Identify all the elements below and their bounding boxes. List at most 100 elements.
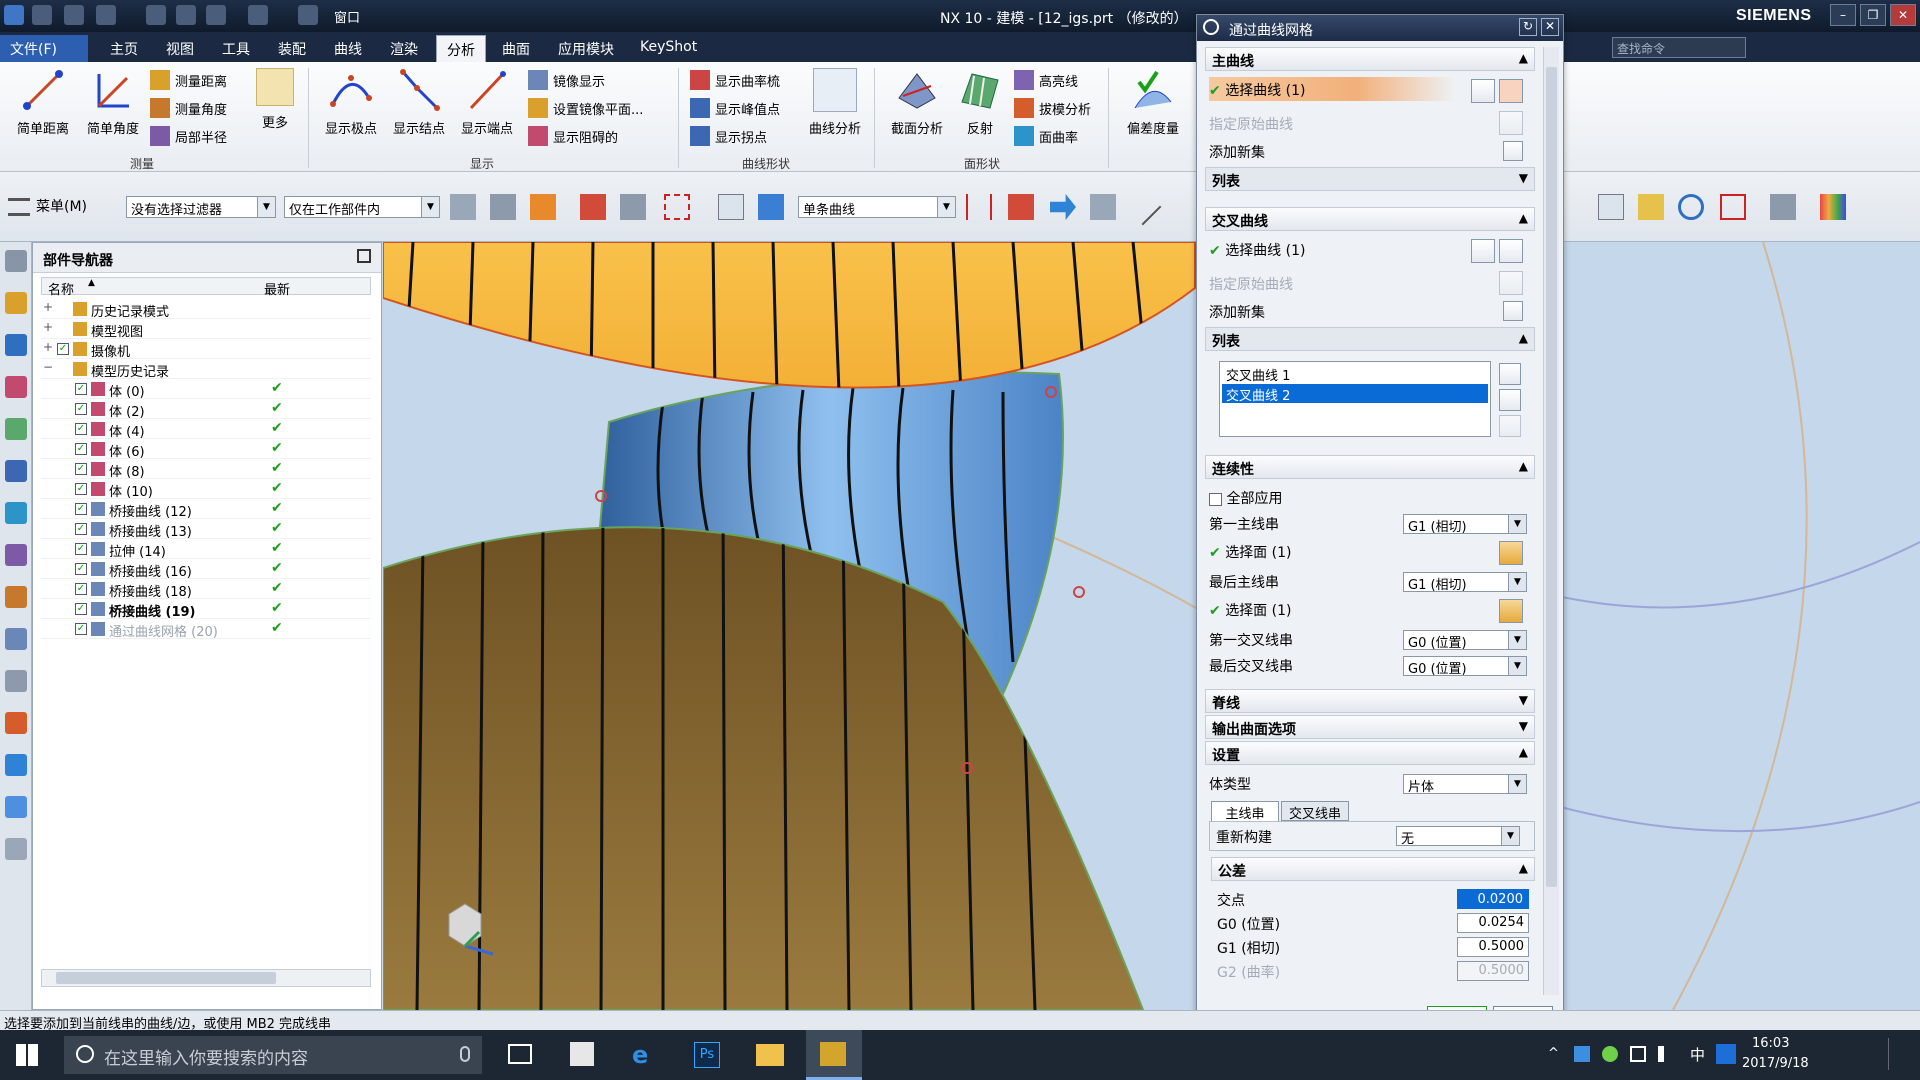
show-knots-button[interactable]: 显示结点 <box>386 68 452 137</box>
g0-tol-input[interactable]: 0.0254 <box>1457 913 1529 933</box>
command-search-input[interactable]: 查找命令 <box>1612 37 1746 58</box>
local-radius-button[interactable]: 局部半径 <box>150 124 227 148</box>
close-button[interactable]: ✕ <box>1890 4 1916 26</box>
palette-icon[interactable] <box>5 796 27 818</box>
web-browser-icon[interactable] <box>5 502 27 524</box>
edge-icon[interactable]: e <box>632 1042 658 1068</box>
curve-analysis-button[interactable]: 曲线分析 <box>802 68 868 137</box>
window-menu[interactable]: 窗口 <box>334 7 360 26</box>
nx-taskbar-button[interactable] <box>806 1030 862 1080</box>
windows-start-icon[interactable] <box>16 1044 38 1066</box>
ime-indicator[interactable]: 中 <box>1690 1044 1705 1065</box>
horizontal-scrollbar[interactable] <box>41 969 371 987</box>
navigator-tree-row[interactable]: ✓ 体 (6) ✔ <box>41 439 371 460</box>
face-select-icon[interactable] <box>718 194 744 220</box>
maximize-panel-icon[interactable] <box>357 249 371 263</box>
set-mirror-plane-button[interactable]: 设置镜像平面... <box>528 96 643 120</box>
navigator-tree-row[interactable]: ✓ 拉伸 (14) ✔ <box>41 539 371 560</box>
visibility-checkbox-icon[interactable]: ✓ <box>75 623 87 635</box>
list-item[interactable]: 交叉曲线 1 <box>1222 364 1488 384</box>
navigator-tree-row[interactable]: − 模型历史记录 <box>41 359 371 380</box>
gear-icon[interactable] <box>1203 19 1219 35</box>
show-poles-button[interactable]: 显示极点 <box>318 68 384 137</box>
more-measure-button[interactable]: 更多 <box>250 68 300 131</box>
repeat-command-icon[interactable] <box>248 5 268 25</box>
navigator-tree-row[interactable]: ✓ 桥接曲线 (12) ✔ <box>41 499 371 520</box>
primary-select-curve[interactable]: ✔ 选择曲线 (1) <box>1209 77 1455 101</box>
visibility-checkbox-icon[interactable]: ✓ <box>75 603 87 615</box>
arrow-right-icon[interactable] <box>1050 194 1076 220</box>
cross-select-curve[interactable]: ✔ 选择曲线 (1) <box>1209 237 1455 261</box>
photoshop-icon[interactable]: Ps <box>694 1042 720 1068</box>
tab-application[interactable]: 应用模块 <box>548 35 624 62</box>
output-options-header[interactable]: 输出曲面选项 ▼ <box>1205 715 1535 739</box>
last-primary-select[interactable]: G1 (相切) ▼ <box>1403 572 1527 593</box>
scroll-thumb[interactable] <box>56 972 276 984</box>
chevron-up-icon[interactable]: ^ <box>1548 1046 1559 1061</box>
first-cross-select[interactable]: G0 (位置) ▼ <box>1403 630 1527 651</box>
highlight-lines-button[interactable]: 高亮线 <box>1014 68 1078 92</box>
navigator-tree-row[interactable]: ✓ 体 (10) ✔ <box>41 479 371 500</box>
add-set-icon[interactable] <box>1503 301 1523 321</box>
move-up-icon[interactable] <box>1499 389 1521 411</box>
display-icon[interactable] <box>1630 1046 1646 1062</box>
curve-select-icon[interactable] <box>620 194 646 220</box>
task-view-icon[interactable] <box>508 1044 532 1064</box>
settings-icon[interactable] <box>5 250 27 272</box>
rebuild-select[interactable]: 无 ▼ <box>1396 826 1520 847</box>
show-peak-points-button[interactable]: 显示峰值点 <box>690 96 780 120</box>
input-method-icon[interactable] <box>1716 1044 1736 1064</box>
face-select-icon[interactable] <box>1499 599 1523 623</box>
curve-select-icon[interactable] <box>1499 79 1523 103</box>
visibility-checkbox-icon[interactable]: ✓ <box>75 383 87 395</box>
visibility-checkbox-icon[interactable]: ✓ <box>75 423 87 435</box>
simple-angle-button[interactable]: 简单角度 <box>78 68 148 137</box>
restore-button[interactable]: ❐ <box>1860 4 1886 26</box>
dialog-scrollbar[interactable] <box>1543 47 1559 995</box>
minimize-button[interactable]: – <box>1830 4 1856 26</box>
navigator-tree-row[interactable]: ✓ 体 (0) ✔ <box>41 379 371 400</box>
save-icon[interactable] <box>32 5 52 25</box>
apply-all-checkbox[interactable]: 全部应用 <box>1209 485 1535 509</box>
tab-curve[interactable]: 曲线 <box>324 35 372 62</box>
follow-fillet-icon[interactable] <box>1008 194 1034 220</box>
rotate-icon[interactable] <box>1678 194 1704 220</box>
tab-home[interactable]: 主页 <box>100 35 148 62</box>
settings-header[interactable]: 设置 ▲ <box>1205 741 1535 765</box>
face-select-icon[interactable] <box>1499 541 1523 565</box>
hd3d-tools-icon[interactable] <box>5 460 27 482</box>
tab-view[interactable]: 视图 <box>156 35 204 62</box>
curve-rule-select[interactable]: 单条曲线 ▼ <box>798 196 956 218</box>
close-icon[interactable]: ✕ <box>1541 18 1559 36</box>
tab-analysis[interactable]: 分析 <box>436 35 486 62</box>
navigator-tree-row[interactable]: ✓ 桥接曲线 (13) ✔ <box>41 519 371 540</box>
column-latest[interactable]: 最新 <box>264 279 290 298</box>
touch-mode-icon[interactable] <box>298 5 318 25</box>
navigator-tree-row[interactable]: ✓ 桥接曲线 (18) ✔ <box>41 579 371 600</box>
manufacturing-wizard-icon[interactable] <box>5 670 27 692</box>
general-select-icon[interactable] <box>450 194 476 220</box>
undo-icon[interactable] <box>64 5 84 25</box>
redo-icon[interactable] <box>96 5 116 25</box>
navigator-tree-row[interactable]: ✓ 体 (8) ✔ <box>41 459 371 480</box>
column-name[interactable]: 名称 <box>48 279 74 298</box>
mirror-display-button[interactable]: 镜像显示 <box>528 68 605 92</box>
expand-toggle-icon[interactable]: + <box>43 300 53 314</box>
cut-icon[interactable] <box>146 5 166 25</box>
navigator-tree-row[interactable]: + 历史记录模式 <box>41 299 371 320</box>
show-blocked-button[interactable]: 显示阻碍的 <box>528 124 618 148</box>
navigator-tree-row[interactable]: + ✓ 摄像机 <box>41 339 371 360</box>
cross-curves-header[interactable]: 交叉曲线 ▲ <box>1205 207 1535 231</box>
document-icon[interactable] <box>5 838 27 860</box>
primary-list-header[interactable]: 列表 ▼ <box>1205 167 1535 191</box>
intersection-tol-input[interactable]: 0.0200 <box>1457 889 1529 909</box>
cross-curve-list[interactable]: 交叉曲线 1 交叉曲线 2 <box>1219 361 1491 437</box>
tab-primary-string[interactable]: 主线串 <box>1211 801 1279 822</box>
measure-angle-button[interactable]: 测量角度 <box>150 96 227 120</box>
file-explorer-icon[interactable] <box>756 1044 784 1066</box>
fit-view-icon[interactable] <box>1598 194 1624 220</box>
render-style-icon[interactable] <box>1770 194 1796 220</box>
roles-icon[interactable] <box>5 712 27 734</box>
visibility-checkbox-icon[interactable]: ✓ <box>75 503 87 515</box>
show-curvature-comb-button[interactable]: 显示曲率梳 <box>690 68 780 92</box>
